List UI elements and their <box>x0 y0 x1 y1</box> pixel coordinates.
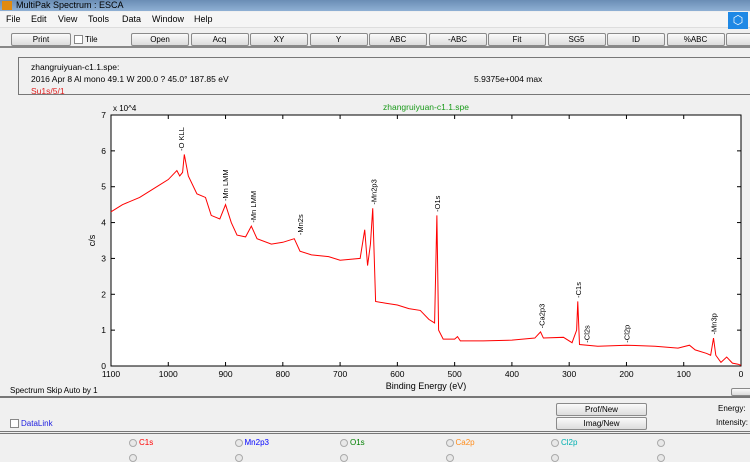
y-tick-label: 2 <box>101 289 106 299</box>
peak-label: -O KLL <box>177 127 186 151</box>
x-tick-label: 900 <box>218 369 232 379</box>
element-label-c1s: C1s <box>139 438 154 447</box>
x-tick-label: 500 <box>448 369 462 379</box>
window-title: MultiPak Spectrum : ESCA <box>16 0 124 10</box>
peak-label: -Ca2p3 <box>538 304 547 329</box>
datalink-label: DataLink <box>21 419 53 428</box>
y-tick-label: 3 <box>101 253 106 263</box>
x-tick-label: 400 <box>505 369 519 379</box>
menu-data[interactable]: Data <box>122 14 141 24</box>
element-label-mn2p3: Mn2p3 <box>244 438 269 447</box>
menu-file[interactable]: File <box>6 14 21 24</box>
peak-label: -Mn2p3 <box>369 179 378 204</box>
x-axis-label: Binding Energy (eV) <box>386 381 467 391</box>
acquisition-params: 2016 Apr 8 Al mono 49.1 W 200.0 ? 45.0° … <box>31 74 229 84</box>
element-label-cl2p: Cl2p <box>561 438 578 447</box>
element-radio[interactable] <box>445 439 454 447</box>
toolbar-button-acq[interactable]: Acq <box>190 33 249 46</box>
spectrum-plot[interactable]: zhangruiyuan-c1.1.spe Binding Energy (eV)… <box>0 96 750 391</box>
x-tick-label: 700 <box>333 369 347 379</box>
x-tick-label: 100 <box>677 369 691 379</box>
y-multiplier: x 10^4 <box>113 104 137 113</box>
y-tick-label: 0 <box>101 361 106 371</box>
menu-edit[interactable]: Edit <box>31 14 47 24</box>
element-radio[interactable] <box>551 439 559 447</box>
toolbar-button-open[interactable]: Open <box>131 33 189 46</box>
x-tick-label: 800 <box>276 369 290 379</box>
app-logo-icon[interactable]: ⬡ <box>728 12 748 29</box>
element-radio[interactable] <box>234 439 243 447</box>
peak-label: -Mn2s <box>296 214 305 235</box>
peak-label: -C1s <box>574 282 583 298</box>
element-radio[interactable] <box>129 439 137 447</box>
prof-new-button[interactable]: Prof/New <box>556 403 647 416</box>
max-counts: 5.9375e+004 max <box>474 74 543 84</box>
peak-label: -Mn3p <box>710 313 719 334</box>
element-label-o1s: O1s <box>350 438 365 447</box>
y-tick-label: 1 <box>101 325 106 335</box>
print-button[interactable]: Print <box>11 33 71 46</box>
menu-view[interactable]: View <box>58 14 77 24</box>
app-icon <box>2 1 12 10</box>
x-tick-label: 0 <box>739 369 744 379</box>
title-bar: MultiPak Spectrum : ESCA <box>0 0 750 11</box>
peak-label: -Mn LMM <box>249 191 258 223</box>
toolbar: Print Tile Open Acq XY Y ABC -ABC Fit SG5 ID %ABC <box>0 30 750 48</box>
x-tick-label: 1000 <box>159 369 178 379</box>
imag-new-button[interactable]: Imag/New <box>556 417 647 430</box>
toolbar-button-abc[interactable]: ABC <box>369 33 427 46</box>
peak-label: -O1s <box>433 195 442 212</box>
element-radio[interactable] <box>656 439 665 447</box>
x-tick-label: 600 <box>390 369 404 379</box>
toolbar-button-y[interactable]: Y <box>309 33 368 46</box>
menu-tools[interactable]: Tools <box>88 14 109 24</box>
element-radio[interactable] <box>340 439 348 447</box>
toolbar-button-fit[interactable]: Fit <box>488 33 546 46</box>
toolbar-button-sg5[interactable]: SG5 <box>547 33 606 46</box>
menu-bar: File Edit View Tools Data Window Help <box>0 12 750 28</box>
toolbar-button-xy[interactable]: XY <box>250 33 308 46</box>
x-tick-label: 200 <box>619 369 633 379</box>
tile-checkbox[interactable] <box>74 35 83 44</box>
menu-help[interactable]: Help <box>194 14 213 24</box>
skip-status: Spectrum Skip Auto by 1 <box>10 386 98 395</box>
y-axis-label: c/s <box>87 234 97 246</box>
divider <box>0 396 750 398</box>
toolbar-button-abc[interactable]: -ABC <box>428 33 487 46</box>
chart-title: zhangruiyuan-c1.1.spe <box>383 102 469 112</box>
file-name: zhangruiyuan-c1.1.spe: <box>31 62 120 72</box>
peak-label: -Cl2s <box>582 325 591 343</box>
intensity-label: Intensity: <box>716 418 749 427</box>
spectrum-info-panel: zhangruiyuan-c1.1.spe: 2016 Apr 8 Al mon… <box>18 57 750 96</box>
x-tick-label: 300 <box>562 369 576 379</box>
energy-label: Energy: <box>718 404 746 413</box>
toolbar-button-abc[interactable]: %ABC <box>666 33 725 46</box>
y-tick-label: 6 <box>101 146 106 156</box>
y-tick-label: 7 <box>101 110 106 120</box>
toolbar-button-more[interactable] <box>726 33 750 46</box>
y-tick-label: 5 <box>101 182 106 192</box>
element-label-ca2p: Ca2p <box>455 438 475 447</box>
peak-label: -Mn LMM <box>221 169 230 201</box>
peak-label: -Cl2p <box>622 325 631 343</box>
scroll-button[interactable] <box>731 388 750 396</box>
toolbar-button-id[interactable]: ID <box>607 33 665 46</box>
plot-area <box>110 114 742 367</box>
datalink-checkbox[interactable] <box>10 419 19 428</box>
divider <box>0 431 750 434</box>
y-tick-label: 4 <box>101 218 106 228</box>
tile-label: Tile <box>85 35 98 44</box>
menu-window[interactable]: Window <box>152 14 184 24</box>
